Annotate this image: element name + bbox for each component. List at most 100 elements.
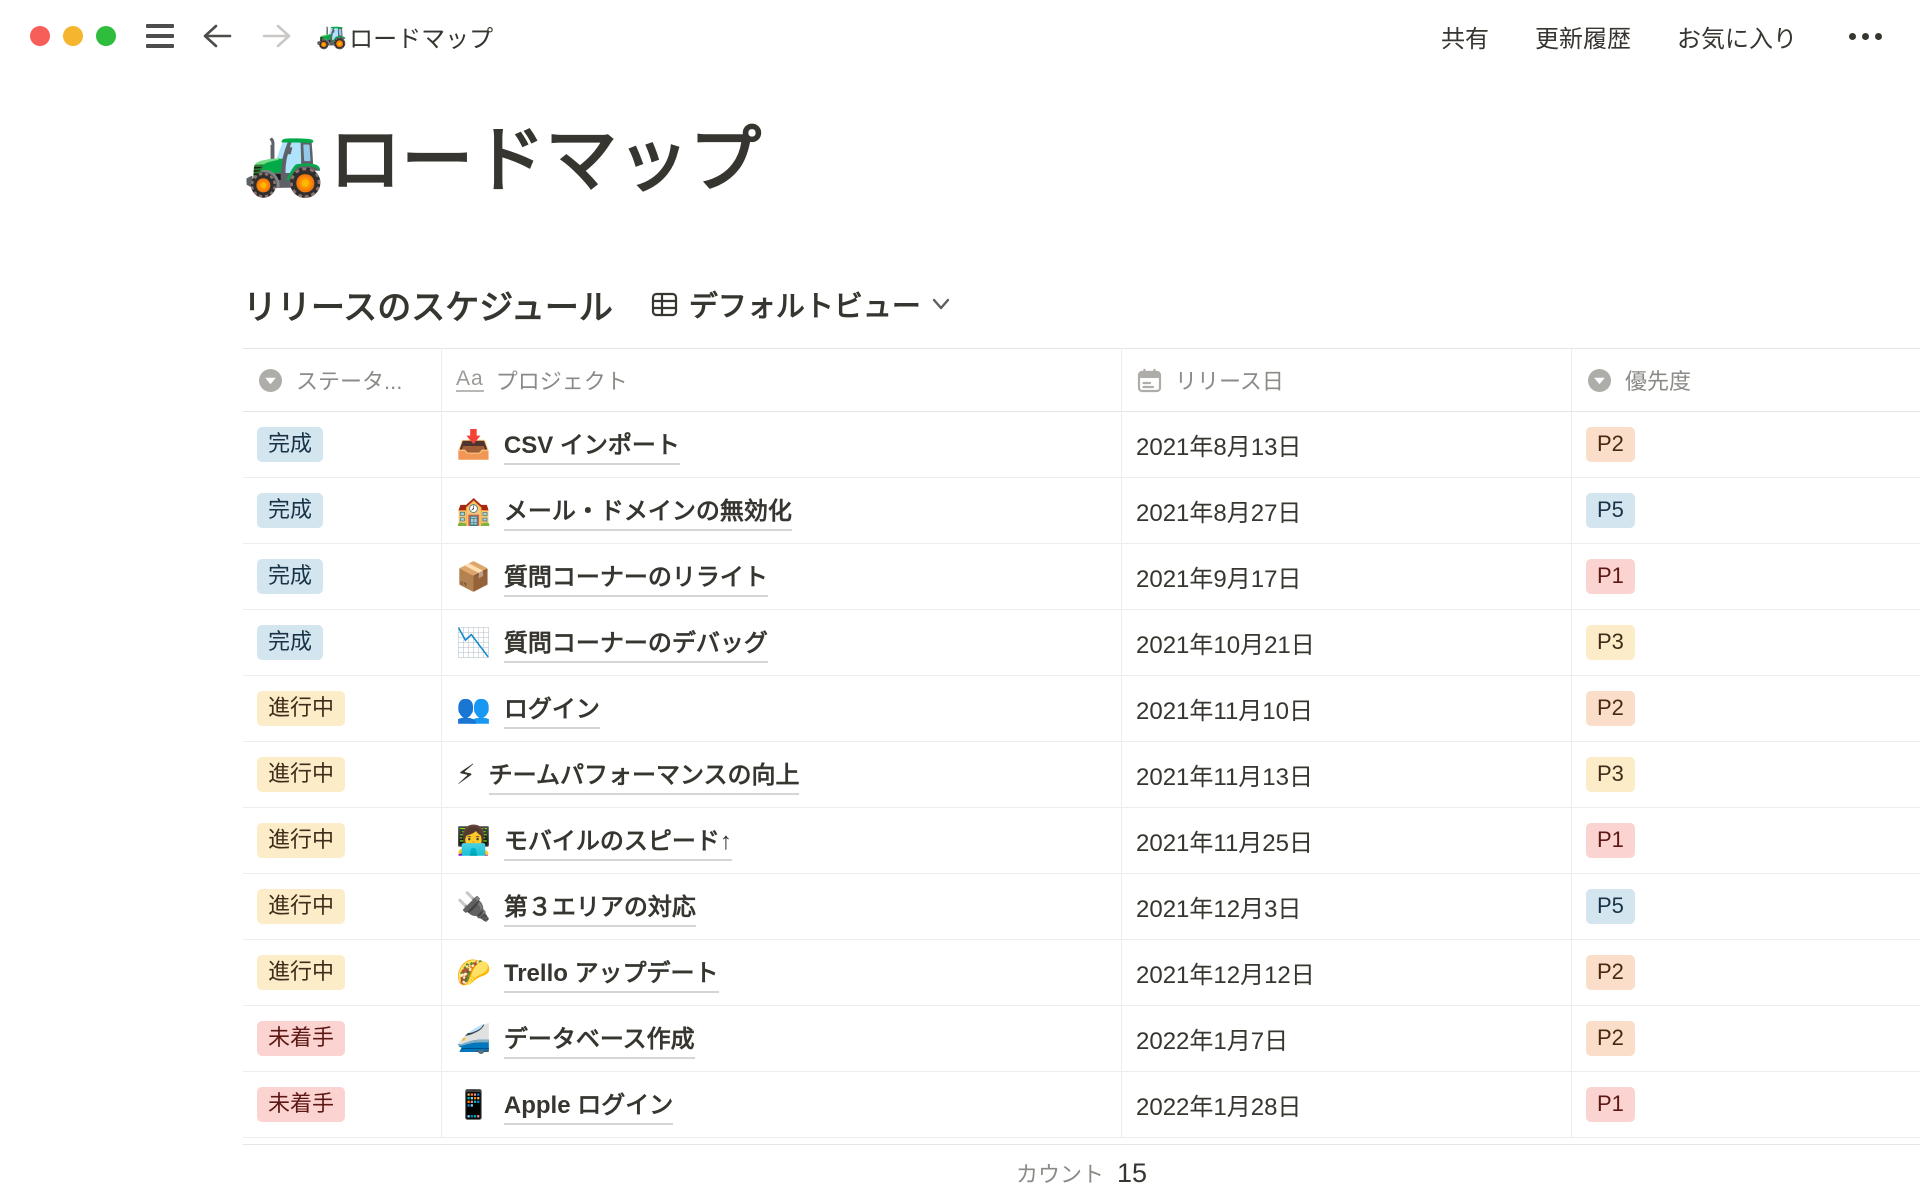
status-cell[interactable]: 進行中 <box>243 742 442 807</box>
release-date-cell[interactable]: 2022年1月28日 <box>1122 1072 1572 1137</box>
count-footer[interactable]: カウント 15 <box>243 1157 1920 1189</box>
more-options-icon[interactable] <box>1849 33 1882 40</box>
priority-badge: P3 <box>1586 757 1635 793</box>
window-titlebar: 🚜 ロードマップ 共有 更新履歴 お気に入り <box>0 0 1920 66</box>
project-cell[interactable]: 🏫 メール・ドメインの無効化 <box>442 478 1122 543</box>
priority-badge: P1 <box>1586 823 1635 859</box>
breadcrumb[interactable]: 🚜 ロードマップ <box>316 19 493 54</box>
doc-emoji: 🚜 <box>316 22 347 51</box>
project-cell[interactable]: ⚡ チームパフォーマンスの向上 <box>442 742 1122 807</box>
share-button[interactable]: 共有 <box>1441 19 1489 54</box>
table-body: 完成 📥 CSV インポート 2021年8月13日 P2 完成 🏫 メール・ドメ… <box>243 412 1920 1138</box>
priority-cell[interactable]: P3 <box>1572 610 1920 675</box>
priority-badge: P2 <box>1586 427 1635 463</box>
status-cell[interactable]: 完成 <box>243 412 442 477</box>
column-header-project[interactable]: Aa プロジェクト <box>442 349 1122 411</box>
view-switcher[interactable]: デフォルトビュー <box>651 283 951 325</box>
release-date-cell[interactable]: 2021年8月13日 <box>1122 412 1572 477</box>
column-header-status[interactable]: ステータ... <box>243 349 442 411</box>
zoom-window-button[interactable] <box>96 26 116 46</box>
page-emoji[interactable]: 🚜 <box>243 120 325 203</box>
project-cell[interactable]: 🚄 データベース作成 <box>442 1006 1122 1071</box>
status-cell[interactable]: 完成 <box>243 544 442 609</box>
release-date-cell[interactable]: 2021年12月12日 <box>1122 940 1572 1005</box>
project-cell[interactable]: 📱 Apple ログイン <box>442 1072 1122 1137</box>
release-date-cell[interactable]: 2021年12月3日 <box>1122 874 1572 939</box>
project-link[interactable]: Trello アップデート <box>504 953 719 993</box>
project-cell[interactable]: 👥 ログイン <box>442 676 1122 741</box>
release-date-cell[interactable]: 2021年11月10日 <box>1122 676 1572 741</box>
project-link[interactable]: モバイルのスピード↑ <box>504 821 732 861</box>
close-window-button[interactable] <box>30 26 50 46</box>
project-link[interactable]: データベース作成 <box>504 1019 695 1059</box>
priority-cell[interactable]: P1 <box>1572 1072 1920 1137</box>
release-date: 2021年8月27日 <box>1136 493 1301 528</box>
database-table: ステータ... Aa プロジェクト リリース日 <box>243 348 1920 1138</box>
priority-cell[interactable]: P1 <box>1572 808 1920 873</box>
status-cell[interactable]: 進行中 <box>243 940 442 1005</box>
priority-cell[interactable]: P5 <box>1572 874 1920 939</box>
status-cell[interactable]: 未着手 <box>243 1072 442 1137</box>
column-header-priority[interactable]: 優先度 <box>1572 349 1920 411</box>
project-cell[interactable]: 🌮 Trello アップデート <box>442 940 1122 1005</box>
priority-cell[interactable]: P1 <box>1572 544 1920 609</box>
release-date-cell[interactable]: 2021年11月25日 <box>1122 808 1572 873</box>
minimize-window-button[interactable] <box>63 26 83 46</box>
project-cell[interactable]: 🔌 第３エリアの対応 <box>442 874 1122 939</box>
forward-button[interactable] <box>260 21 294 51</box>
status-cell[interactable]: 未着手 <box>243 1006 442 1071</box>
status-badge: 進行中 <box>257 889 345 925</box>
status-cell[interactable]: 進行中 <box>243 874 442 939</box>
release-date: 2021年10月21日 <box>1136 625 1315 660</box>
table-row: 完成 📦 質問コーナーのリライト 2021年9月17日 P1 <box>243 544 1920 610</box>
priority-cell[interactable]: P2 <box>1572 1006 1920 1071</box>
status-cell[interactable]: 完成 <box>243 478 442 543</box>
release-date-cell[interactable]: 2021年11月13日 <box>1122 742 1572 807</box>
table-header-row: ステータ... Aa プロジェクト リリース日 <box>243 348 1920 412</box>
priority-badge: P1 <box>1586 559 1635 595</box>
priority-badge: P5 <box>1586 889 1635 925</box>
updates-button[interactable]: 更新履歴 <box>1535 19 1631 54</box>
table-view-icon <box>651 291 678 318</box>
project-link[interactable]: チームパフォーマンスの向上 <box>489 755 800 795</box>
favorites-button[interactable]: お気に入り <box>1677 19 1797 54</box>
project-link[interactable]: ログイン <box>504 689 600 729</box>
release-date-cell[interactable]: 2021年10月21日 <box>1122 610 1572 675</box>
status-cell[interactable]: 進行中 <box>243 808 442 873</box>
release-date: 2021年12月12日 <box>1136 955 1315 990</box>
page-title[interactable]: 🚜 ロードマップ <box>243 116 1920 206</box>
project-link[interactable]: 質問コーナーのリライト <box>504 557 768 597</box>
project-emoji: 📉 <box>456 626 491 659</box>
project-link[interactable]: Apple ログイン <box>504 1085 673 1125</box>
priority-cell[interactable]: P2 <box>1572 676 1920 741</box>
column-header-label: ステータ... <box>296 364 402 396</box>
project-cell[interactable]: 📦 質問コーナーのリライト <box>442 544 1122 609</box>
status-badge: 進行中 <box>257 955 345 991</box>
priority-cell[interactable]: P2 <box>1572 940 1920 1005</box>
priority-badge: P5 <box>1586 493 1635 529</box>
priority-cell[interactable]: P3 <box>1572 742 1920 807</box>
project-cell[interactable]: 👩‍💻 モバイルのスピード↑ <box>442 808 1122 873</box>
count-label: カウント <box>1016 1157 1104 1189</box>
release-date-cell[interactable]: 2021年9月17日 <box>1122 544 1572 609</box>
priority-cell[interactable]: P2 <box>1572 412 1920 477</box>
priority-cell[interactable]: P5 <box>1572 478 1920 543</box>
release-date-cell[interactable]: 2021年8月27日 <box>1122 478 1572 543</box>
project-link[interactable]: 第３エリアの対応 <box>504 887 696 927</box>
column-header-label: リリース日 <box>1175 364 1284 396</box>
project-link[interactable]: CSV インポート <box>504 425 680 465</box>
sidebar-menu-icon[interactable] <box>146 24 174 48</box>
status-cell[interactable]: 進行中 <box>243 676 442 741</box>
release-date-cell[interactable]: 2022年1月7日 <box>1122 1006 1572 1071</box>
project-cell[interactable]: 📥 CSV インポート <box>442 412 1122 477</box>
project-link[interactable]: 質問コーナーのデバッグ <box>504 623 768 663</box>
column-header-release-date[interactable]: リリース日 <box>1122 349 1572 411</box>
project-cell[interactable]: 📉 質問コーナーのデバッグ <box>442 610 1122 675</box>
priority-badge: P3 <box>1586 625 1635 661</box>
back-button[interactable] <box>200 21 234 51</box>
table-row: 完成 🏫 メール・ドメインの無効化 2021年8月27日 P5 <box>243 478 1920 544</box>
table-row: 未着手 📱 Apple ログイン 2022年1月28日 P1 <box>243 1072 1920 1138</box>
project-link[interactable]: メール・ドメインの無効化 <box>504 491 792 531</box>
section-title: リリースのスケジュール <box>243 280 613 329</box>
status-cell[interactable]: 完成 <box>243 610 442 675</box>
